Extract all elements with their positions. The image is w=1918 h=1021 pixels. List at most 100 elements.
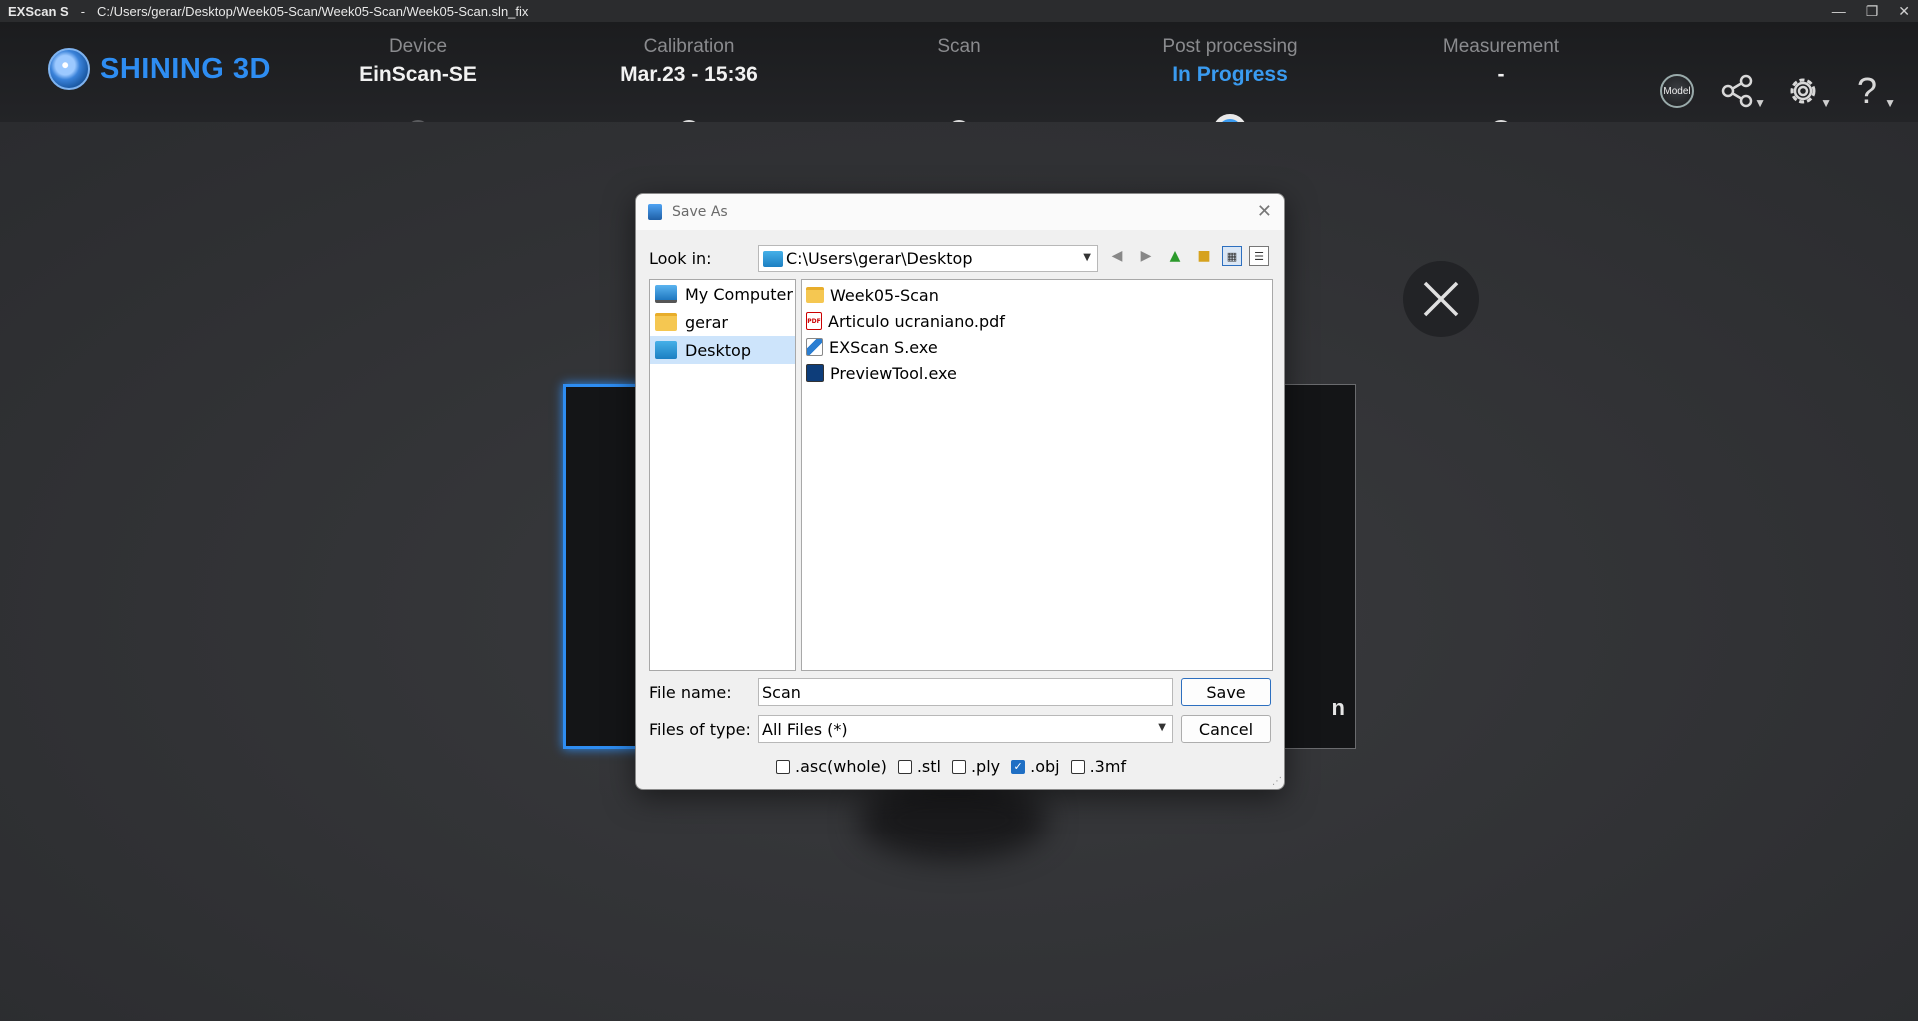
brand-name: SHINING 3D — [100, 52, 271, 85]
step-calibration[interactable]: Calibration Mar.23 - 15:36 — [569, 34, 809, 90]
folder-icon — [655, 313, 677, 331]
help-icon: ? — [1856, 70, 1878, 111]
parent-directory-button[interactable]: ▲ — [1164, 245, 1186, 267]
detail-view-icon: ☰ — [1254, 249, 1264, 263]
sidebar-item-label: My Computer — [685, 284, 793, 304]
list-item[interactable]: PreviewTool.exe — [802, 360, 1272, 386]
background-shadow — [858, 780, 1048, 860]
resize-grip-icon[interactable]: ⋰ — [1272, 776, 1282, 787]
checkbox[interactable]: ✓ — [1011, 759, 1026, 774]
list-item[interactable]: PDF Articulo ucraniano.pdf — [802, 308, 1272, 334]
chevron-down-icon: ▼ — [1158, 722, 1166, 733]
format-checkbox-obj[interactable]: ✓ .obj — [1011, 757, 1060, 776]
desktop-icon — [763, 250, 783, 267]
minimize-button[interactable]: — — [1832, 3, 1846, 19]
share-icon — [1721, 74, 1753, 108]
chevron-down-icon: ▼ — [1083, 252, 1091, 263]
step-device[interactable]: Device EinScan-SE — [298, 34, 538, 90]
step-label: Device — [388, 36, 448, 57]
list-item[interactable]: Week05-Scan — [802, 282, 1272, 308]
computer-icon — [655, 285, 677, 303]
checkbox[interactable] — [897, 759, 912, 774]
format-label: .asc(whole) — [795, 757, 887, 776]
format-checkbox-stl[interactable]: .stl — [897, 757, 941, 776]
sidebar-item-label: gerar — [685, 312, 728, 332]
format-label: .obj — [1030, 757, 1060, 776]
file-name: EXScan S.exe — [829, 337, 938, 357]
file-name: Week05-Scan — [830, 285, 939, 305]
chevron-down-icon: ▼ — [1754, 96, 1766, 110]
pdf-icon: PDF — [806, 312, 822, 330]
file-name-label: File name: — [649, 683, 732, 702]
sidebar-item-desktop[interactable]: Desktop — [650, 336, 795, 364]
c-model-icon: Model — [1660, 74, 1694, 108]
share-button[interactable]: ▼ — [1714, 68, 1766, 114]
arrow-right-icon: ▶ — [1140, 248, 1152, 264]
forward-button[interactable]: ▶ — [1135, 245, 1157, 267]
list-item[interactable]: EXScan S.exe — [802, 334, 1272, 360]
new-folder-icon: ■ — [1197, 248, 1211, 264]
title-separator: - — [80, 3, 86, 19]
new-folder-button[interactable]: ■ — [1193, 245, 1215, 267]
sidebar-item-gerar[interactable]: gerar — [650, 308, 795, 336]
file-name-value: Scan — [762, 682, 801, 702]
settings-button[interactable]: ▼ — [1780, 68, 1832, 114]
dialog-close-button[interactable]: ✕ — [1257, 201, 1272, 222]
brand-logo: SHINING 3D — [48, 48, 271, 90]
detail-view-button[interactable]: ☰ — [1249, 246, 1269, 266]
dialog-title: Save As — [672, 204, 728, 220]
places-sidebar: My Computer gerar Desktop — [649, 279, 796, 671]
format-checkbox-3mf[interactable]: .3mf — [1070, 757, 1126, 776]
step-value: Mar.23 - 15:36 — [620, 63, 758, 86]
step-label: Measurement — [1442, 36, 1560, 57]
window-close-button[interactable]: ✕ — [1898, 3, 1910, 20]
format-label: .ply — [970, 757, 1001, 776]
format-checkbox-ply[interactable]: .ply — [951, 757, 1001, 776]
format-checkbox-asc[interactable]: .asc(whole) — [776, 757, 887, 776]
file-path: C:/Users/gerar/Desktop/Week05-Scan/Week0… — [97, 3, 529, 19]
list-view-icon: ▦ — [1226, 249, 1238, 263]
dialog-titlebar: Save As ✕ — [636, 194, 1284, 230]
restore-button[interactable]: ❐ — [1866, 3, 1879, 20]
step-measurement[interactable]: Measurement - — [1381, 34, 1621, 90]
checkbox[interactable] — [951, 759, 966, 774]
list-view-button[interactable]: ▦ — [1222, 246, 1242, 266]
desktop-icon — [655, 341, 677, 359]
app-icon — [648, 204, 662, 220]
close-icon — [1423, 281, 1459, 317]
window-controls: — ❐ ✕ — [1832, 0, 1910, 22]
folder-icon — [806, 287, 824, 303]
step-scan[interactable]: Scan — [839, 34, 1079, 90]
back-button[interactable]: ◀ — [1106, 245, 1128, 267]
cancel-button[interactable]: Cancel — [1181, 715, 1271, 743]
arrow-left-icon: ◀ — [1111, 248, 1123, 264]
arrow-up-icon: ▲ — [1169, 248, 1181, 264]
export-format-options: .asc(whole) .stl .ply ✓ .obj .3mf — [776, 757, 1126, 776]
chevron-down-icon: ▼ — [1884, 96, 1896, 110]
gear-icon — [1790, 78, 1816, 104]
look-in-value: C:\Users\gerar\Desktop — [786, 249, 973, 268]
file-name: PreviewTool.exe — [830, 363, 957, 383]
step-value — [839, 60, 1079, 90]
dialog-nav-toolbar: ◀ ▶ ▲ ■ ▦ ☰ — [1106, 245, 1269, 267]
window-titlebar: EXScan S - C:/Users/gerar/Desktop/Week05… — [0, 0, 1918, 22]
save-as-dialog: Save As ✕ Look in: C:\Users\gerar\Deskto… — [635, 193, 1285, 790]
sidebar-item-label: Desktop — [685, 340, 751, 360]
step-label: Scan — [937, 36, 981, 57]
checkbox[interactable] — [776, 759, 790, 774]
workflow-header: SHINING 3D Device EinScan-SE Calibration… — [0, 22, 1918, 148]
checkbox[interactable] — [1070, 759, 1085, 774]
step-post-processing[interactable]: Post processing In Progress — [1110, 34, 1350, 90]
file-name-input[interactable]: Scan — [758, 678, 1173, 706]
model-button[interactable]: Model — [1654, 68, 1700, 114]
look-in-combobox[interactable]: C:\Users\gerar\Desktop ▼ — [758, 245, 1098, 272]
save-button[interactable]: Save — [1181, 678, 1271, 706]
exe-icon — [806, 364, 824, 382]
help-button[interactable]: ? ▼ — [1844, 68, 1896, 114]
file-name: Articulo ucraniano.pdf — [828, 311, 1005, 331]
overlay-close-button[interactable] — [1403, 261, 1479, 337]
file-type-value: All Files (*) — [762, 719, 848, 739]
file-type-select[interactable]: All Files (*) ▼ — [758, 715, 1173, 743]
sidebar-item-my-computer[interactable]: My Computer — [650, 280, 795, 308]
app-name: EXScan S — [8, 3, 69, 19]
